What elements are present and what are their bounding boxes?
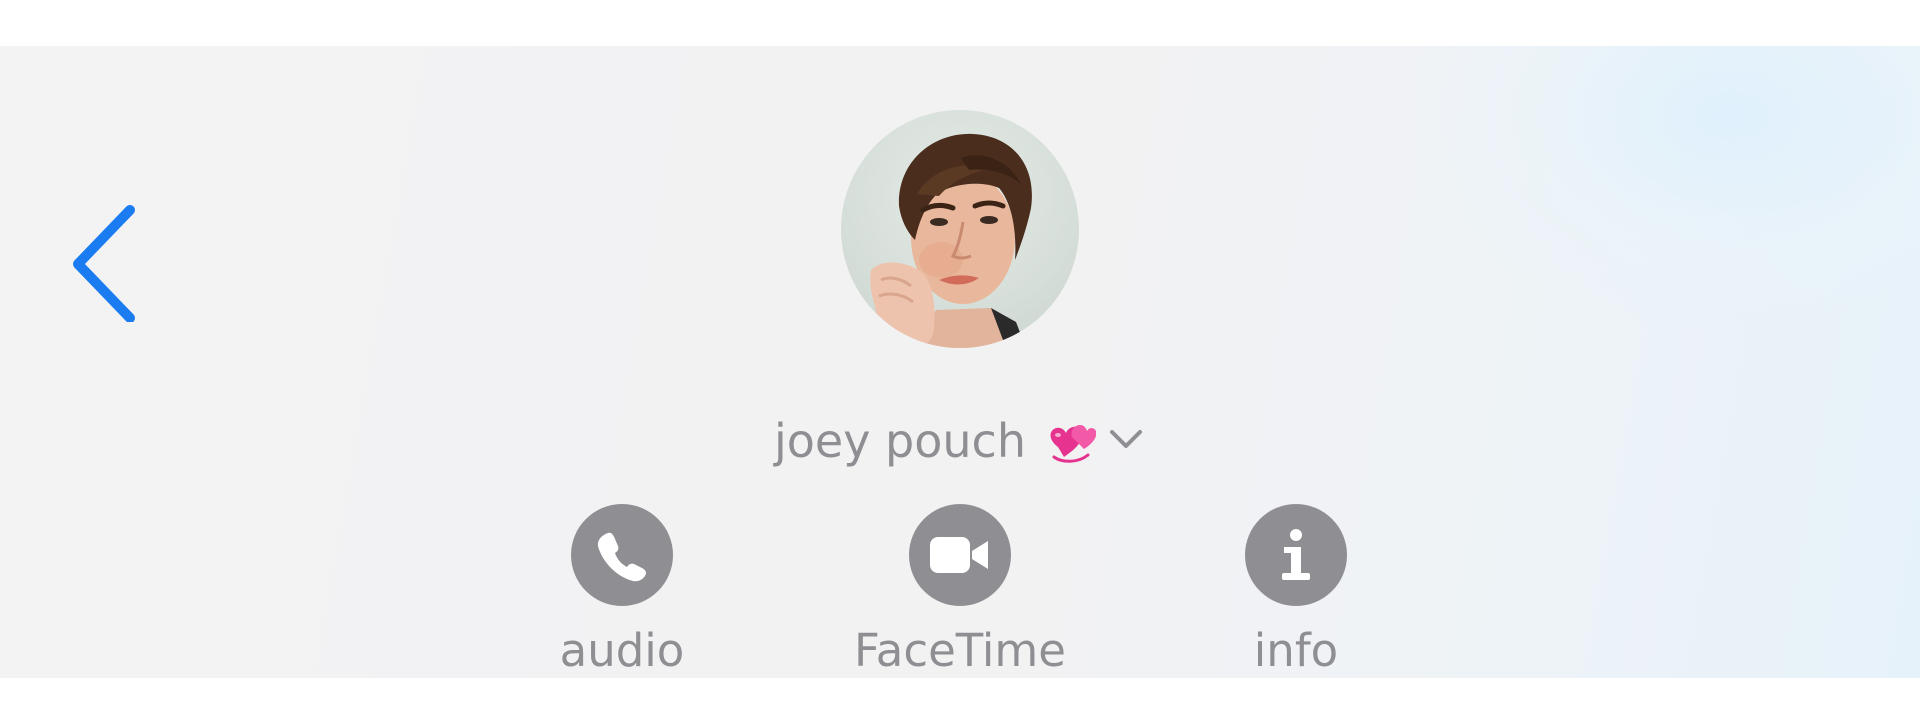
facetime-button[interactable]: FaceTime (840, 504, 1080, 677)
action-label-facetime: FaceTime (854, 624, 1066, 677)
contact-name: joey pouch (773, 414, 1026, 468)
chevron-left-icon (73, 205, 135, 322)
contact-actions: audio FaceTime info (0, 504, 1920, 678)
revolving-hearts-icon (1044, 417, 1097, 469)
contact-photo (870, 133, 1032, 348)
chevron-down-icon (1106, 424, 1146, 454)
conversation-header: joey pouch audio FaceTime info (0, 46, 1920, 678)
back-button[interactable] (64, 202, 144, 322)
video-camera-icon (909, 504, 1011, 606)
info-button[interactable]: info (1176, 504, 1416, 677)
action-label-audio: audio (559, 624, 685, 677)
avatar[interactable] (841, 110, 1079, 348)
contact-name-button[interactable]: joey pouch (0, 408, 1920, 474)
audio-call-button[interactable]: audio (502, 504, 742, 677)
conversation-screen: joey pouch audio FaceTime info (0, 0, 1920, 726)
info-icon (1245, 504, 1347, 606)
action-label-info: info (1253, 624, 1339, 677)
phone-icon (571, 504, 673, 606)
